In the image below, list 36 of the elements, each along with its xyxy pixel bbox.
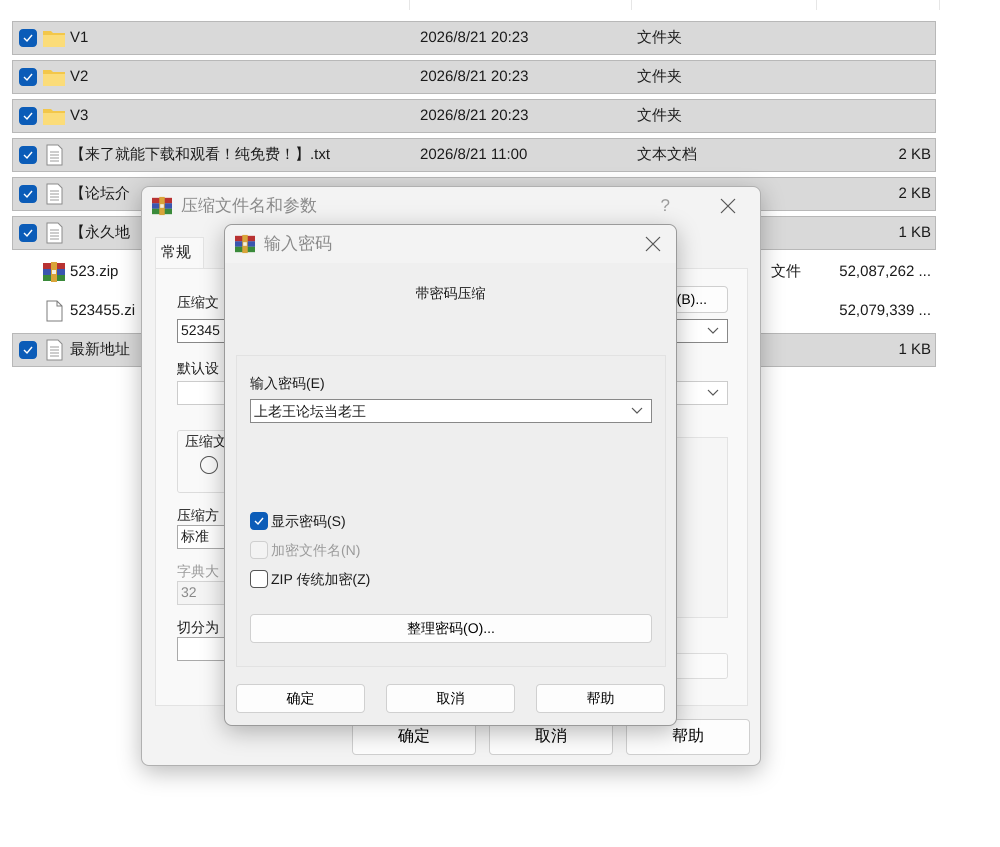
file-name: 最新地址 — [70, 340, 130, 360]
window-title: 压缩文件名和参数 — [181, 195, 317, 218]
file-name: 【论坛介 — [70, 184, 130, 204]
file-date: 2026/8/21 20:23 — [420, 68, 528, 85]
file-type: 文件夹 — [637, 28, 682, 46]
checkbox-label: 显示密码(S) — [271, 512, 346, 531]
file-date: 2026/8/21 20:23 — [420, 106, 528, 124]
file-size: 2 KB — [898, 184, 931, 202]
file-type: 文本文档 — [637, 146, 697, 163]
file-name: 【永久地 — [70, 222, 130, 243]
file-size: 52,087,262 ... — [839, 262, 931, 280]
file-size: 52,079,339 ... — [839, 302, 931, 319]
file-type: 文件 — [771, 262, 801, 280]
file-type: 文件夹 — [637, 68, 682, 85]
file-date: 2026/8/21 11:00 — [420, 146, 528, 163]
dialog-heading: 带密码压缩 — [416, 285, 486, 301]
field-label: 压缩方 — [177, 506, 219, 524]
window-title: 输入密码 — [264, 233, 332, 256]
file-name: V1 — [70, 28, 88, 48]
field-label: 切分为 — [177, 618, 219, 636]
file-size: 1 KB — [898, 224, 931, 241]
file-size: 1 KB — [898, 340, 931, 358]
checkbox-label: ZIP 传统加密(Z) — [271, 570, 370, 589]
file-name: V3 — [70, 106, 88, 126]
file-size: 2 KB — [898, 146, 931, 163]
file-date: 2026/8/21 20:23 — [420, 28, 528, 46]
file-name: 523.zip — [70, 262, 118, 282]
file-name: 523455.zi — [70, 300, 136, 321]
file-name: V2 — [70, 66, 88, 87]
field-label: 默认设 — [177, 358, 219, 378]
file-type: 文件夹 — [637, 106, 682, 124]
field-label: 字典大 — [177, 562, 219, 580]
field-label: 输入密码(E) — [250, 374, 325, 393]
field-label: 压缩文 — [177, 292, 219, 312]
file-name: 【来了就能下载和观看！纯免费！】.txt — [70, 144, 330, 165]
checkbox-label: 加密文件名(N) — [271, 540, 360, 560]
